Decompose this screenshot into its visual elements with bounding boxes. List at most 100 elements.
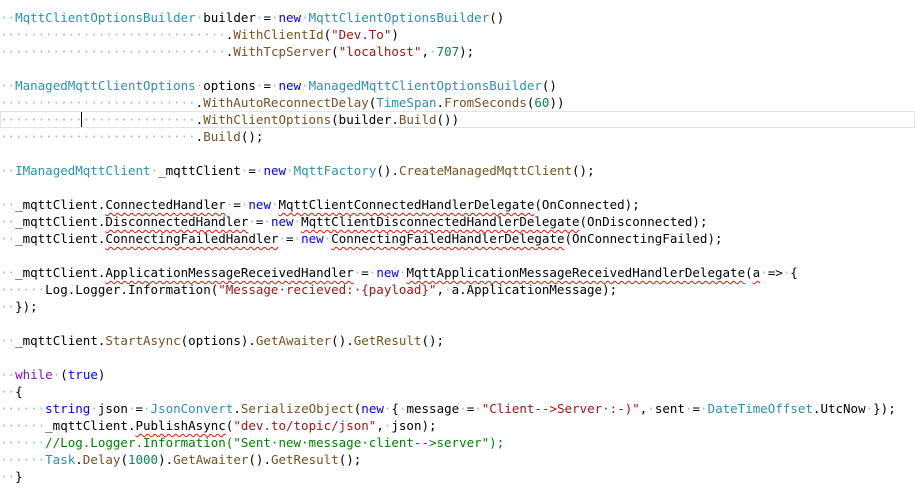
code-line[interactable]: [0, 349, 915, 366]
code-line[interactable]: ··IManagedMqttClient·_mqttClient·=·new·M…: [0, 162, 915, 179]
code-token: (OnConnectingFailed);: [564, 231, 723, 246]
whitespace-marker: ······: [0, 401, 46, 416]
whitespace-marker: ··························: [0, 129, 196, 144]
code-token: ();: [338, 452, 362, 467]
whitespace-marker: ·: [760, 265, 768, 280]
code-token: ConnectingFailedHandlerDelegate: [331, 231, 565, 246]
code-token: json: [97, 401, 128, 416]
code-line-current[interactable]: ··························.WithClientOpt…: [0, 111, 915, 128]
code-token: Log.Logger.Information(: [45, 282, 219, 297]
code-token: ): [391, 27, 399, 42]
code-token: ).: [158, 452, 174, 467]
code-token: (options).: [180, 333, 256, 348]
whitespace-marker: ·: [323, 231, 332, 246]
code-token: .UtcNow: [812, 401, 866, 416]
code-token: ();: [240, 129, 264, 144]
code-token: "localhost": [338, 44, 422, 59]
code-token: FromSeconds: [444, 95, 527, 110]
code-token: MqttFactory: [293, 163, 377, 178]
code-token: MqttClientOptionsBuilder: [308, 10, 490, 25]
code-token: ().: [376, 163, 399, 178]
code-token: JsonConvert: [150, 401, 234, 416]
code-token: Build: [203, 129, 241, 144]
whitespace-marker: ·: [700, 401, 708, 416]
code-token: =: [233, 197, 241, 212]
code-token: ().: [248, 452, 271, 467]
code-token: (: [331, 44, 339, 59]
whitespace-marker: ······: [0, 282, 46, 297]
code-token: });: [873, 401, 896, 416]
code-token: DisconnectedHandler: [105, 214, 249, 229]
code-token: options: [203, 78, 256, 93]
code-token: (): [541, 78, 557, 93]
whitespace-marker: ·: [459, 401, 467, 416]
code-line[interactable]: ··while·(true): [0, 366, 915, 383]
whitespace-marker: ··: [0, 78, 16, 93]
code-editor[interactable]: ··MqttClientOptionsBuilder·builder·=·new…: [0, 9, 915, 485]
whitespace-marker: ·: [225, 197, 234, 212]
code-line[interactable]: [0, 179, 915, 196]
code-token: Delay: [82, 452, 121, 467]
whitespace-marker: ·: [293, 214, 302, 229]
whitespace-marker: ·: [684, 401, 693, 416]
code-token: ,: [421, 44, 430, 59]
code-line[interactable]: ······Task.Delay(1000).GetAwaiter().GetR…: [0, 451, 915, 468]
code-token: =: [286, 231, 294, 246]
code-token: new: [270, 214, 294, 229]
code-line[interactable]: [0, 145, 915, 162]
code-line[interactable]: ······························.WithClien…: [0, 26, 915, 43]
code-token: {: [15, 384, 23, 399]
code-line[interactable]: [0, 60, 915, 77]
whitespace-marker: ··: [0, 231, 16, 246]
whitespace-marker: ·: [293, 231, 302, 246]
code-token: ,: [436, 282, 445, 297]
whitespace-marker: ·: [270, 10, 279, 25]
code-line[interactable]: ··{: [0, 383, 915, 400]
code-line[interactable]: ······//Log.Logger.Information("Sent·new…: [0, 434, 915, 451]
whitespace-marker: ·: [255, 10, 264, 25]
code-token: (: [745, 265, 753, 280]
whitespace-marker: ······························: [0, 27, 226, 42]
code-line[interactable]: ··_mqttClient.ConnectingFailedHandler·=·…: [0, 230, 915, 247]
whitespace-marker: ·: [270, 78, 279, 93]
code-token: MqttApplicationMessageReceivedHandlerDel…: [406, 265, 746, 280]
code-line[interactable]: ······string·json·=·JsonConvert.Serializ…: [0, 400, 915, 417]
code-token: _mqttClient: [158, 163, 241, 178]
code-token: _mqttClient.: [15, 231, 106, 246]
code-token: message: [406, 401, 460, 416]
code-token: =: [135, 401, 144, 416]
code-line[interactable]: ······_mqttClient.PublishAsync("dev.to/t…: [0, 417, 915, 434]
whitespace-marker: ·: [90, 401, 98, 416]
code-token: true: [67, 367, 98, 382]
code-line[interactable]: ··_mqttClient.ApplicationMessageReceived…: [0, 264, 915, 281]
whitespace-marker: ·: [474, 401, 482, 416]
code-line[interactable]: [0, 315, 915, 332]
code-line[interactable]: [0, 247, 915, 264]
code-line[interactable]: ··_mqttClient.DisconnectedHandler·=·new·…: [0, 213, 915, 230]
code-line[interactable]: ··························.Build();: [0, 128, 915, 145]
whitespace-marker: ··: [0, 384, 16, 399]
code-token: }: [15, 469, 23, 484]
code-token: ConnectedHandler: [105, 197, 226, 212]
code-line[interactable]: ··ManagedMqttClientOptions·options·=·new…: [0, 77, 915, 94]
code-line[interactable]: ··MqttClientOptionsBuilder·builder·=·new…: [0, 9, 915, 26]
code-line[interactable]: ······Log.Logger.Information("Message·re…: [0, 281, 915, 298]
whitespace-marker: ······························: [0, 44, 226, 59]
whitespace-marker: ··: [0, 367, 16, 382]
code-line[interactable]: ······························.WithTcpSe…: [0, 43, 915, 60]
code-line[interactable]: ··}: [0, 468, 915, 485]
whitespace-marker: ·: [240, 163, 249, 178]
code-token: (OnConnected);: [534, 197, 640, 212]
code-token: ();: [421, 333, 445, 348]
code-line[interactable]: ··});: [0, 298, 915, 315]
whitespace-marker: ······: [0, 418, 46, 433]
code-token: while: [15, 367, 53, 382]
whitespace-marker: ··: [0, 333, 16, 348]
code-token: new: [248, 197, 271, 212]
whitespace-marker: ·: [195, 78, 204, 93]
code-line[interactable]: ··························. WithAutoRecon…: [0, 94, 915, 111]
code-token: WithClientOptions: [203, 112, 332, 127]
code-line[interactable]: ··_mqttClient.ConnectedHandler·=·new·Mqt…: [0, 196, 915, 213]
code-token: _mqttClient.: [45, 418, 136, 433]
code-line[interactable]: ··_mqttClient.StartAsync(options).GetAwa…: [0, 332, 915, 349]
